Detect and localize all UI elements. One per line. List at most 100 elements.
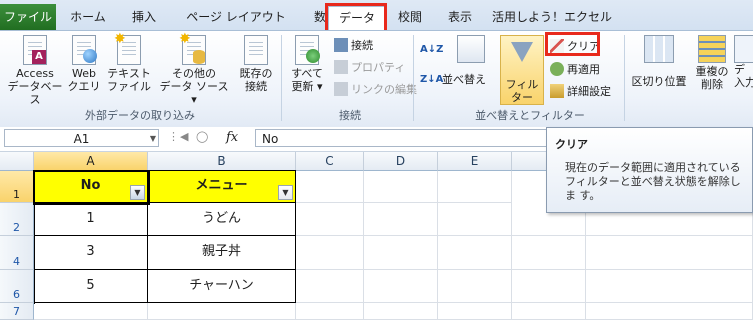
cell[interactable] [438,203,512,236]
tab-review[interactable]: 校閲 [388,6,432,28]
text-file-button[interactable]: ✸ テキスト ファイル [104,32,154,93]
existing-connections-icon [244,35,268,65]
tab-page-layout[interactable]: ページ レイアウト [172,6,300,28]
table-header-menu-label: メニュー [195,178,248,193]
properties-label: プロパティ [351,61,406,74]
reapply-label: 再適用 [567,63,600,76]
clear-filter-button[interactable]: クリア [550,38,600,55]
tooltip-title: クリア [555,138,588,151]
filter-dropdown-icon[interactable]: ▼ [278,185,293,200]
existing-connections-label: 既存の 接続 [239,67,273,93]
access-label: Access データベース [7,67,63,106]
other-sources-button[interactable]: ✸ その他の データ ソース ▾ [156,32,232,106]
data-validation-label: デ 入力 [734,63,753,89]
chevron-down-icon[interactable]: ▼ [150,130,156,148]
sort-ascending-button[interactable]: A↓Z [420,41,443,58]
cell[interactable] [296,236,364,270]
cancel-edit-icon[interactable]: ◀ [180,130,188,143]
clear-filter-label: クリア [567,40,600,53]
row-header-1[interactable]: 1 [0,171,34,203]
advanced-filter-label: 詳細設定 [567,85,611,98]
reapply-icon [550,62,564,76]
reapply-button[interactable]: 再適用 [550,61,600,78]
group-separator [413,35,414,121]
tab-data[interactable]: データ [328,6,386,31]
edit-links-button[interactable]: リンクの編集 [334,81,417,98]
cell[interactable] [438,171,512,203]
refresh-all-button[interactable]: すべて 更新 ▾ [286,35,328,93]
tab-custom[interactable]: 活用しよう！エクセル [492,6,612,28]
cell[interactable] [438,303,512,320]
cell[interactable] [438,236,512,270]
tab-file[interactable]: ファイル [0,4,56,30]
cell[interactable] [296,270,364,303]
filter-label: フィルター [505,78,539,104]
table-header-no[interactable]: No ▼ [34,171,148,203]
cell[interactable] [438,270,512,303]
cell[interactable] [512,270,586,303]
table-header-menu[interactable]: メニュー ▼ [148,171,296,203]
table-cell[interactable]: 5 [34,270,148,303]
cell[interactable] [296,203,364,236]
text-to-columns-button[interactable]: 区切り位置 [628,35,690,88]
clear-filter-icon [550,39,564,53]
text-file-icon: ✸ [114,32,141,65]
cell[interactable] [364,270,438,303]
cell[interactable] [364,171,438,203]
table-cell[interactable]: 親子丼 [148,236,296,270]
cell[interactable] [512,236,586,270]
access-database-button[interactable]: A Access データベース [4,35,66,106]
cell[interactable] [296,303,364,320]
tab-home[interactable]: ホーム [62,6,114,28]
cell[interactable] [364,303,438,320]
row-header-6[interactable]: 6 [0,270,34,303]
other-sources-label: その他の データ ソース ▾ [159,67,229,106]
remove-duplicates-icon [698,35,726,63]
existing-connections-button[interactable]: 既存の 接続 [236,35,276,93]
web-query-button[interactable]: Web クエリ [66,35,102,93]
column-header-c[interactable]: C [296,152,364,171]
sort-button[interactable] [446,35,496,65]
column-header-b[interactable]: B [148,152,296,171]
cell[interactable] [364,203,438,236]
table-cell[interactable]: うどん [148,203,296,236]
remove-duplicates-button[interactable]: 重複の 削除 [692,35,732,91]
table-cell[interactable]: チャーハン [148,270,296,303]
table-cell[interactable]: 1 [34,203,148,236]
text-file-label: テキスト ファイル [107,67,151,93]
filter-active-icon[interactable]: ▼ [130,185,145,200]
column-header-d[interactable]: D [364,152,438,171]
table-cell[interactable]: 3 [34,236,148,270]
row-header-7[interactable]: 7 [0,303,34,320]
cell[interactable] [586,303,753,320]
row-header-4[interactable]: 4 [0,236,34,270]
cell[interactable] [586,270,753,303]
remove-duplicates-label: 重複の 削除 [695,65,729,91]
edit-links-label: リンクの編集 [351,83,417,96]
row-header-2[interactable]: 2 [0,203,34,236]
group-label-connections: 接続 [339,109,361,122]
text-to-columns-label: 区切り位置 [631,75,687,88]
column-header-a[interactable]: A [34,152,148,171]
sort-dialog-icon [457,35,485,63]
cell[interactable] [512,303,586,320]
select-all-corner[interactable] [0,152,34,171]
insert-function-icon[interactable]: fx [226,130,238,145]
advanced-filter-button[interactable]: 詳細設定 [550,83,611,100]
filter-button[interactable]: フィルター [500,35,544,105]
tab-view[interactable]: 表示 [436,6,484,28]
connections-button[interactable]: 接続 [334,37,373,54]
properties-button[interactable]: プロパティ [334,59,405,76]
cell[interactable] [364,236,438,270]
cell[interactable] [296,171,364,203]
tab-insert[interactable]: 挿入 [118,6,170,28]
cell[interactable] [148,303,296,320]
sort-descending-button[interactable]: Z↓A [420,71,443,88]
cell[interactable] [586,236,753,270]
confirm-edit-icon[interactable]: ◯ [196,130,208,143]
cell[interactable] [34,303,148,320]
data-validation-button[interactable]: デ 入力 [734,35,753,89]
column-header-e[interactable]: E [438,152,512,171]
group-label-sort-filter: 並べ替えとフィルター [475,109,585,122]
name-box[interactable]: A1 ▼ [4,129,159,147]
